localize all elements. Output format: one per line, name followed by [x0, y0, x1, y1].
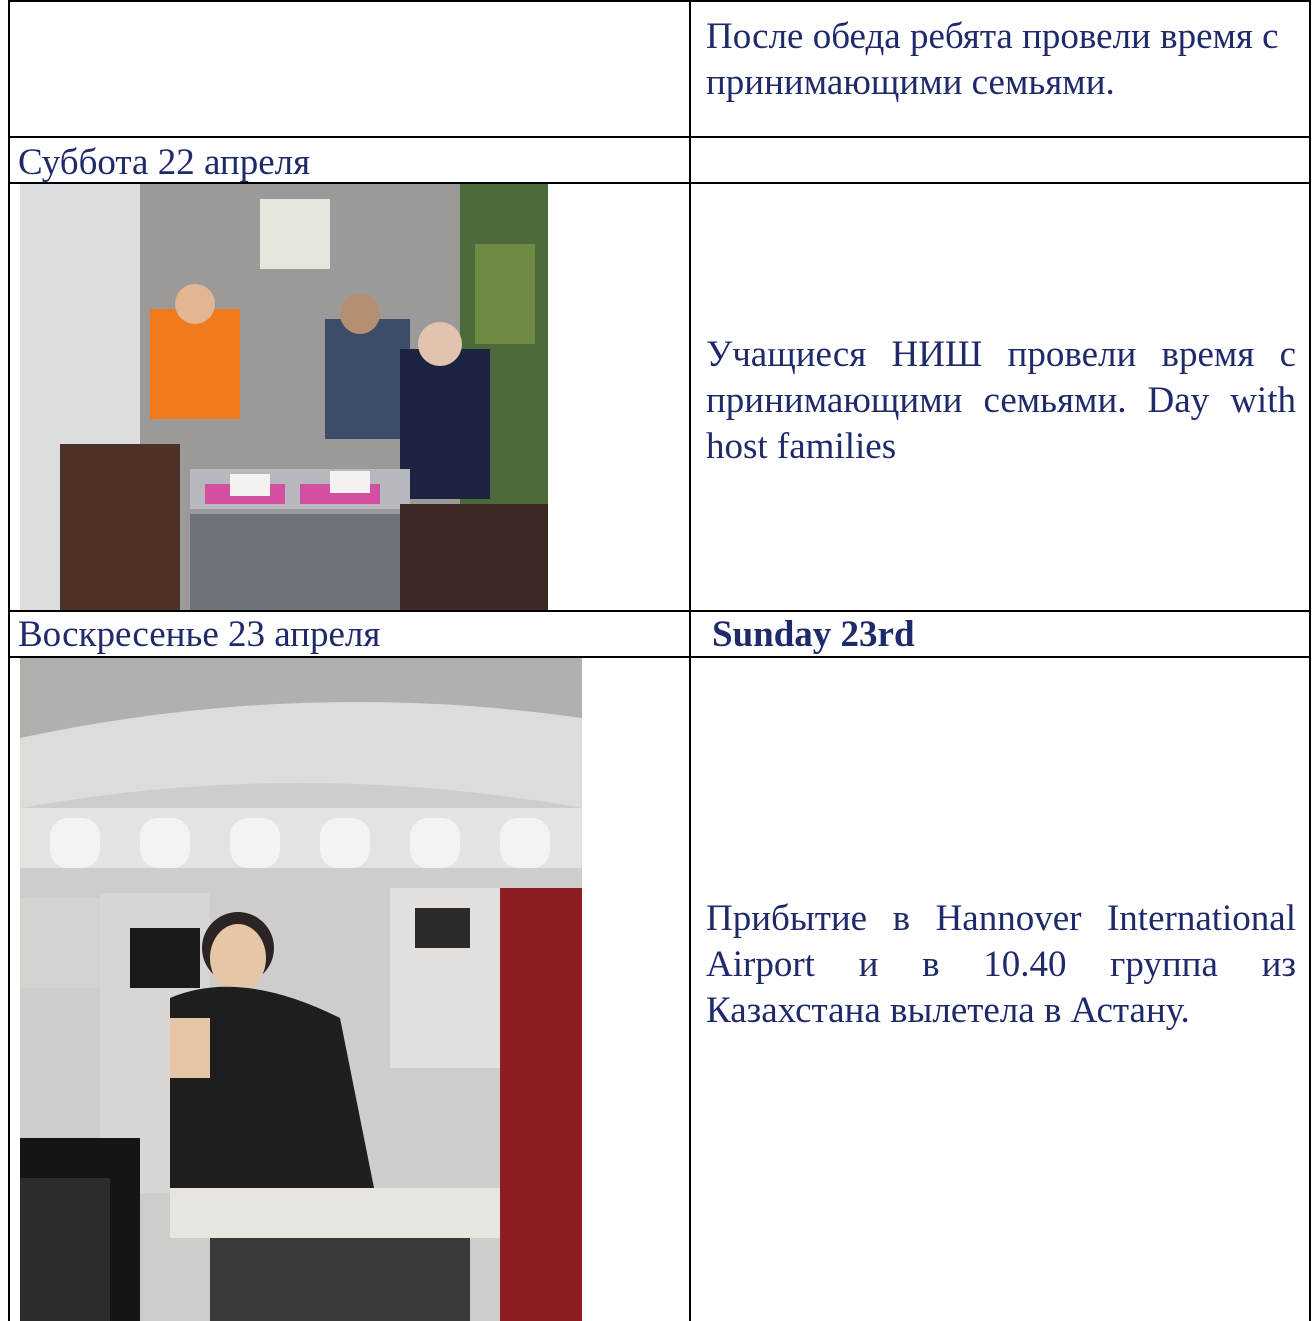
row-5-right-text: Прибытие в Hannover International Airpor… [706, 898, 1296, 1031]
table-border-top [8, 0, 1311, 2]
row-4-left-date: Воскресенье 23 апреля [18, 614, 381, 655]
table-border-right [1309, 0, 1311, 1321]
airplane-photo [20, 658, 582, 1321]
table-border-left [8, 0, 10, 1321]
airplane-cabin-image [20, 658, 582, 1321]
schedule-table: После обеда ребята провели время с прини… [8, 0, 1311, 1321]
row-3-right-text: Учащиеся НИШ провели время с принимающим… [706, 334, 1296, 467]
row-2-left-date: Суббота 22 апреля [18, 142, 311, 183]
row-1-right-text: После обеда ребята провели время с прини… [706, 16, 1279, 103]
column-divider [689, 0, 691, 1321]
family-dinner-photo [20, 184, 548, 610]
row-4-right-heading: Sunday 23rd [712, 614, 915, 655]
family-dinner-image [20, 184, 548, 610]
row-divider [8, 136, 1311, 138]
